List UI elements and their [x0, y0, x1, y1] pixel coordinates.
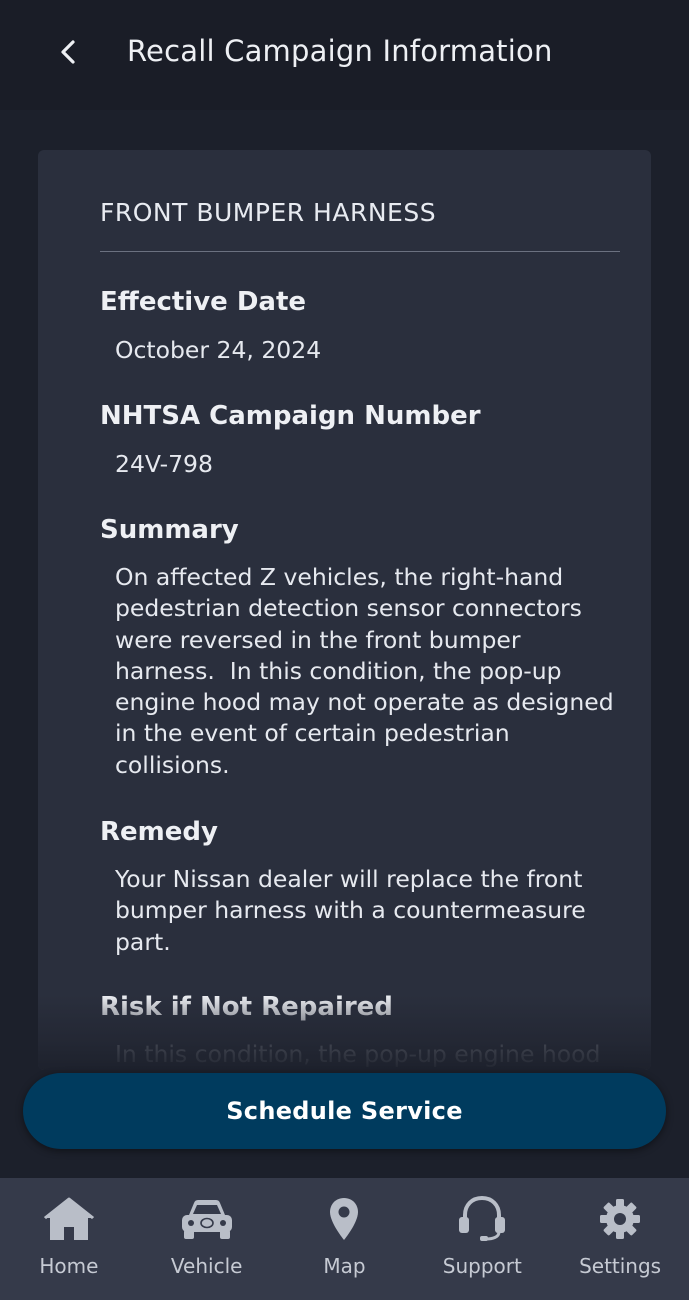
- nav-label-vehicle: Vehicle: [170, 1254, 243, 1278]
- nav-item-vehicle[interactable]: Vehicle: [138, 1178, 276, 1300]
- summary-label: Summary: [100, 515, 239, 545]
- nav-label-map: Map: [323, 1254, 366, 1278]
- nav-item-settings[interactable]: Settings: [551, 1178, 689, 1300]
- map-pin-icon: [330, 1198, 359, 1240]
- summary-line: were reversed in the front bumper: [115, 625, 521, 654]
- chevron-left-icon: [61, 40, 75, 64]
- page-title: Recall Campaign Information: [127, 34, 553, 68]
- risk-label: Risk if Not Repaired: [100, 992, 393, 1022]
- header-bar: Recall Campaign Information: [0, 0, 689, 110]
- remedy-label: Remedy: [100, 817, 218, 847]
- effective-date-value: October 24, 2024: [115, 336, 322, 364]
- nav-item-map[interactable]: Map: [276, 1178, 414, 1300]
- summary-line: engine hood may not operate as designed: [115, 688, 614, 717]
- summary-line: in the event of certain pedestrian: [115, 719, 510, 748]
- remedy-text: Your Nissan dealer will replace the fron…: [115, 864, 630, 958]
- recall-title: FRONT BUMPER HARNESS: [100, 198, 437, 227]
- summary-text: On affected Z vehicles, the right-hand p…: [115, 562, 630, 781]
- remedy-line: bumper harness with a countermeasure: [115, 896, 586, 925]
- campaign-number-value: 24V-798: [115, 450, 213, 478]
- nav-label-support: Support: [442, 1254, 522, 1278]
- summary-line: harness. In this condition, the pop-up: [115, 656, 562, 685]
- summary-line: pedestrian detection sensor connectors: [115, 594, 582, 623]
- headset-icon: [459, 1195, 506, 1241]
- campaign-number-label: NHTSA Campaign Number: [100, 401, 481, 431]
- back-button[interactable]: [46, 30, 90, 74]
- car-icon: [181, 1200, 232, 1239]
- summary-line: collisions.: [115, 750, 230, 779]
- effective-date-label: Effective Date: [100, 287, 307, 317]
- nav-item-support[interactable]: Support: [413, 1178, 551, 1300]
- app-root: Recall Campaign Information FRONT BUMPER…: [0, 0, 689, 1300]
- nav-label-settings: Settings: [579, 1254, 662, 1278]
- summary-line: On affected Z vehicles, the right-hand: [115, 563, 564, 591]
- divider: [100, 251, 620, 252]
- bottom-nav: Home Vehicle Map Support Settings: [0, 1178, 689, 1300]
- risk-text: In this condition, the pop-up engine hoo…: [115, 1040, 601, 1068]
- recall-card[interactable]: FRONT BUMPER HARNESS Effective Date Octo…: [38, 150, 651, 1070]
- nav-label-home: Home: [39, 1254, 99, 1278]
- home-icon: [43, 1197, 94, 1240]
- schedule-service-button[interactable]: Schedule Service: [23, 1073, 666, 1149]
- remedy-line: part.: [115, 927, 171, 956]
- remedy-line: Your Nissan dealer will replace the fron…: [115, 865, 583, 893]
- gear-icon: [600, 1199, 641, 1239]
- nav-item-home[interactable]: Home: [0, 1178, 138, 1300]
